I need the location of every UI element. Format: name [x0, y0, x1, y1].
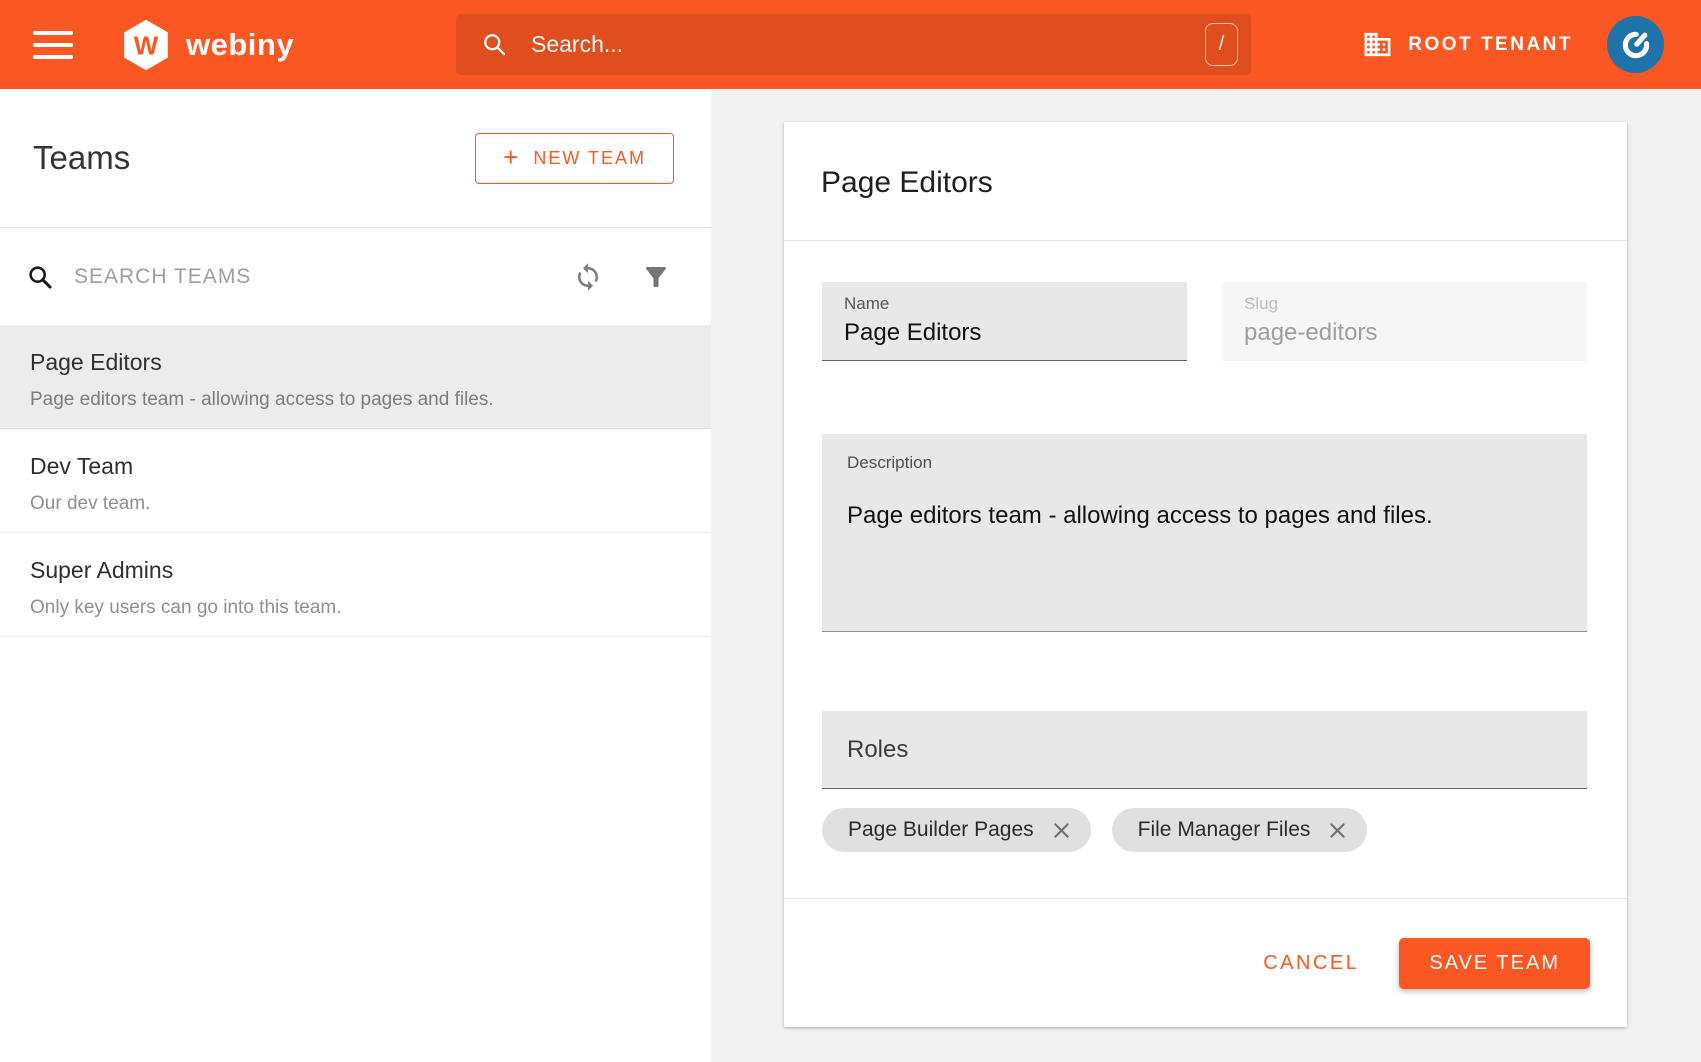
building-icon — [1362, 29, 1393, 60]
roles-field[interactable]: Roles — [822, 711, 1587, 789]
search-teams-input[interactable] — [74, 265, 573, 289]
teams-panel-header: Teams + NEW TEAM — [0, 89, 711, 228]
team-name: Dev Team — [30, 453, 681, 480]
team-detail-area: Page Editors Name Slug De — [711, 89, 1701, 1062]
app-root: W webiny / ROOT TENANT — [0, 0, 1701, 1062]
chip-label: Page Builder Pages — [848, 818, 1034, 842]
chip-remove-icon[interactable] — [1051, 820, 1072, 841]
name-input[interactable] — [844, 319, 1165, 347]
slug-input — [1244, 319, 1565, 347]
new-team-button[interactable]: + NEW TEAM — [475, 133, 674, 184]
team-list-item-page-editors[interactable]: Page Editors Page editors team - allowin… — [0, 325, 711, 429]
save-team-button[interactable]: SAVE TEAM — [1399, 938, 1590, 989]
roles-chips: Page Builder Pages File Manager Files — [822, 808, 1587, 852]
name-slug-row: Name Slug — [822, 282, 1587, 361]
global-search-input[interactable] — [531, 31, 1205, 58]
main-area: Teams + NEW TEAM — [0, 89, 1701, 1062]
role-chip-page-builder-pages[interactable]: Page Builder Pages — [822, 808, 1091, 852]
roles-label: Roles — [847, 736, 908, 764]
description-label: Description — [847, 453, 1562, 473]
team-detail-header: Page Editors — [784, 122, 1627, 241]
filter-button[interactable] — [641, 262, 671, 292]
user-avatar-button[interactable] — [1607, 16, 1664, 73]
refresh-icon — [573, 262, 603, 292]
new-team-label: NEW TEAM — [533, 148, 646, 169]
webiny-hexagon-icon: W — [119, 18, 173, 72]
team-name: Super Admins — [30, 557, 681, 584]
tenant-label: ROOT TENANT — [1408, 34, 1573, 56]
team-list: Page Editors Page editors team - allowin… — [0, 325, 711, 637]
topbar: W webiny / ROOT TENANT — [0, 0, 1701, 89]
chip-remove-icon[interactable] — [1327, 820, 1348, 841]
slug-label: Slug — [1244, 294, 1565, 314]
team-description: Our dev team. — [30, 493, 681, 515]
team-description: Page editors team - allowing access to p… — [30, 389, 681, 411]
name-label: Name — [844, 294, 1165, 314]
teams-panel: Teams + NEW TEAM — [0, 89, 711, 1062]
global-search[interactable]: / — [456, 14, 1251, 75]
search-teams-icon — [26, 263, 54, 291]
slash-shortcut-badge: / — [1205, 23, 1238, 66]
cancel-button[interactable]: CANCEL — [1263, 952, 1359, 975]
team-name: Page Editors — [30, 349, 681, 376]
filter-icon — [641, 262, 671, 292]
form-title: Page Editors — [821, 166, 1587, 200]
slug-field: Slug — [1222, 282, 1587, 361]
power-avatar-icon — [1618, 27, 1654, 63]
teams-search-bar — [0, 228, 711, 325]
brand-name: webiny — [186, 27, 294, 63]
brand-logo[interactable]: W webiny — [119, 18, 294, 72]
svg-text:W: W — [134, 32, 159, 60]
refresh-button[interactable] — [573, 262, 603, 292]
form-actions: CANCEL SAVE TEAM — [784, 898, 1627, 1027]
plus-icon: + — [503, 144, 520, 170]
team-description: Only key users can go into this team. — [30, 597, 681, 619]
role-chip-file-manager-files[interactable]: File Manager Files — [1112, 808, 1368, 852]
name-field[interactable]: Name — [822, 282, 1187, 361]
team-list-item-super-admins[interactable]: Super Admins Only key users can go into … — [0, 533, 711, 637]
chip-label: File Manager Files — [1138, 818, 1311, 842]
menu-icon[interactable] — [33, 31, 73, 59]
search-icon — [481, 31, 508, 58]
team-form: Name Slug Description Page editors team … — [784, 241, 1627, 898]
tenant-selector[interactable]: ROOT TENANT — [1362, 29, 1573, 60]
description-field[interactable]: Description Page editors team - allowing… — [822, 434, 1587, 632]
topbar-right: ROOT TENANT — [1362, 16, 1664, 73]
team-list-item-dev-team[interactable]: Dev Team Our dev team. — [0, 429, 711, 533]
page-title: Teams — [33, 139, 130, 177]
team-detail-card: Page Editors Name Slug De — [784, 122, 1627, 1027]
description-textarea[interactable]: Page editors team - allowing access to p… — [847, 500, 1562, 630]
